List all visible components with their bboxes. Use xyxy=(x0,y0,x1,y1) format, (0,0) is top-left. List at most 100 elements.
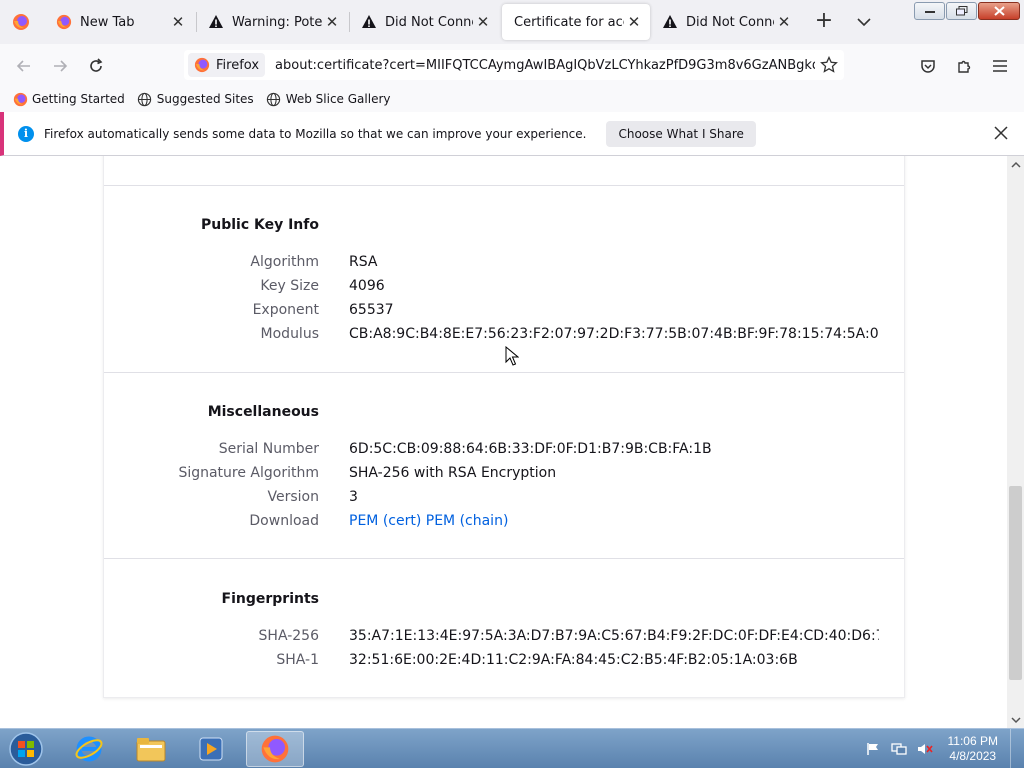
pocket-icon xyxy=(921,60,935,73)
row-label: Download xyxy=(249,513,319,529)
system-clock[interactable]: 11:06 PM 4/8/2023 xyxy=(948,734,998,764)
tab-label: Did Not Connect: Potential Security Issu… xyxy=(385,14,473,30)
close-window-button[interactable] xyxy=(978,2,1020,20)
network-icon[interactable] xyxy=(890,740,908,758)
warning-icon xyxy=(361,14,377,30)
firefox-menu-button[interactable] xyxy=(0,0,42,44)
tab-did-not-connect-2[interactable]: Did Not Connect: Potential Security Issu… xyxy=(650,4,800,40)
restore-button[interactable] xyxy=(946,2,977,20)
info-row-version: Version 3 xyxy=(104,487,879,507)
section-divider xyxy=(104,372,904,373)
row-label: Signature Algorithm xyxy=(178,465,319,481)
file-explorer-icon xyxy=(136,738,166,762)
row-value: 32:51:6E:00:2E:4D:11:C2:9A:FA:84:45:C2:B… xyxy=(349,652,798,668)
start-button[interactable] xyxy=(4,730,48,768)
row-value: 6D:5C:CB:09:88:64:6B:33:DF:0F:D1:B7:9B:C… xyxy=(349,441,712,457)
minimize-icon xyxy=(924,11,935,13)
pocket-button[interactable] xyxy=(914,52,942,80)
section-title-public-key-info: Public Key Info xyxy=(200,217,319,233)
minimize-button[interactable] xyxy=(914,2,945,20)
system-tray: 11:06 PM 4/8/2023 xyxy=(864,729,1024,768)
bookmark-web-slice-gallery[interactable]: Web Slice Gallery xyxy=(266,91,391,107)
scrollbar-thumb[interactable] xyxy=(1009,486,1022,680)
section-divider xyxy=(104,558,904,559)
info-row-algorithm: Algorithm RSA xyxy=(104,252,879,272)
start-orb-icon xyxy=(9,732,43,766)
app-menu-button[interactable] xyxy=(986,52,1014,80)
chevron-up-icon xyxy=(1010,161,1021,168)
bookmark-suggested-sites[interactable]: Suggested Sites xyxy=(137,91,254,107)
show-desktop-button[interactable] xyxy=(1010,729,1024,768)
scroll-up-button[interactable] xyxy=(1007,156,1024,173)
download-pem-chain-link[interactable]: PEM (chain) xyxy=(426,513,509,529)
tab-label: Certificate for account xyxy=(514,14,624,30)
row-value: SHA-256 with RSA Encryption xyxy=(349,465,557,481)
clock-time: 11:06 PM xyxy=(947,734,998,748)
notification-message: Firefox automatically sends some data to… xyxy=(44,126,587,141)
tab-label: New Tab xyxy=(80,14,135,30)
close-tab-icon[interactable]: ✕ xyxy=(624,12,644,32)
taskbar-media-player[interactable] xyxy=(182,731,240,767)
reload-button[interactable] xyxy=(82,52,110,80)
download-pem-cert-link[interactable]: PEM (cert) xyxy=(349,513,421,529)
row-value: CB:A8:9C:B4:8E:E7:56:23:F2:07:97:2D:F3:7… xyxy=(349,326,879,342)
media-player-icon xyxy=(199,737,223,761)
windows-taskbar: 11:06 PM 4/8/2023 xyxy=(0,728,1024,768)
choose-what-i-share-button[interactable]: Choose What I Share xyxy=(606,120,756,147)
bookmark-label: Web Slice Gallery xyxy=(285,92,391,106)
star-icon xyxy=(820,56,838,73)
chevron-down-icon xyxy=(1010,716,1021,723)
close-tab-icon[interactable]: ✕ xyxy=(774,12,794,32)
identity-label: Firefox xyxy=(216,57,260,73)
identity-box[interactable]: Firefox xyxy=(188,53,266,77)
bookmark-star-button[interactable] xyxy=(818,54,840,76)
info-icon: i xyxy=(18,125,34,142)
row-value: 4096 xyxy=(349,278,385,294)
taskbar-internet-explorer[interactable] xyxy=(60,731,118,767)
forward-button[interactable] xyxy=(46,52,74,80)
vertical-scrollbar[interactable] xyxy=(1007,156,1024,728)
list-all-tabs-button[interactable] xyxy=(852,10,876,34)
tab-new-tab[interactable]: New Tab ✕ xyxy=(44,4,194,40)
globe-icon xyxy=(137,91,153,107)
bookmark-getting-started[interactable]: Getting Started xyxy=(12,91,125,107)
tab-certificate[interactable]: Certificate for account ✕ xyxy=(502,4,650,40)
info-row-key-size: Key Size 4096 xyxy=(104,276,879,296)
firefox-icon xyxy=(13,14,29,30)
row-label: Version xyxy=(267,489,319,505)
volume-muted-icon[interactable] xyxy=(916,740,934,758)
url-bar[interactable]: Firefox about:certificate?cert=MIIFQTCCA… xyxy=(184,50,844,80)
close-icon xyxy=(993,6,1005,16)
extensions-button[interactable] xyxy=(950,52,978,80)
telemetry-notification-bar: i Firefox automatically sends some data … xyxy=(0,112,1024,156)
close-tab-icon[interactable]: ✕ xyxy=(168,12,188,32)
section-title-fingerprints: Fingerprints xyxy=(221,591,319,607)
close-notification-button[interactable] xyxy=(992,124,1010,142)
taskbar-firefox[interactable] xyxy=(246,731,304,767)
hamburger-menu-icon xyxy=(993,60,1007,72)
chevron-down-icon xyxy=(857,18,871,27)
info-row-sha256: SHA-256 35:A7:1E:13:4E:97:5A:3A:D7:B7:9A… xyxy=(104,626,879,646)
back-button[interactable] xyxy=(10,52,38,80)
tab-warning[interactable]: Warning: Potential Security Risk Ahead ✕ xyxy=(196,4,348,40)
tab-did-not-connect[interactable]: Did Not Connect: Potential Security Issu… xyxy=(349,4,499,40)
info-row-serial-number: Serial Number 6D:5C:CB:09:88:64:6B:33:DF… xyxy=(104,439,879,459)
close-tab-icon[interactable]: ✕ xyxy=(473,12,493,32)
row-label: SHA-1 xyxy=(276,652,319,668)
info-row-sha1: SHA-1 32:51:6E:00:2E:4D:11:C2:9A:FA:84:4… xyxy=(104,650,879,670)
tab-label: Did Not Connect: Potential Security Issu… xyxy=(686,14,774,30)
taskbar-file-explorer[interactable] xyxy=(122,731,180,767)
action-center-flag-icon[interactable] xyxy=(864,740,882,758)
warning-icon xyxy=(208,14,224,30)
close-tab-icon[interactable]: ✕ xyxy=(322,12,342,32)
scroll-down-button[interactable] xyxy=(1007,711,1024,728)
internet-explorer-icon xyxy=(75,736,103,762)
new-tab-button[interactable]: + xyxy=(812,10,836,34)
row-label: Exponent xyxy=(252,302,319,318)
url-input[interactable]: about:certificate?cert=MIIFQTCCAymgAwIBA… xyxy=(275,58,815,73)
row-label: SHA-256 xyxy=(258,628,319,644)
firefox-icon xyxy=(194,57,210,73)
clock-date: 4/8/2023 xyxy=(949,749,997,763)
firefox-icon xyxy=(261,735,289,763)
back-arrow-icon xyxy=(16,60,30,72)
